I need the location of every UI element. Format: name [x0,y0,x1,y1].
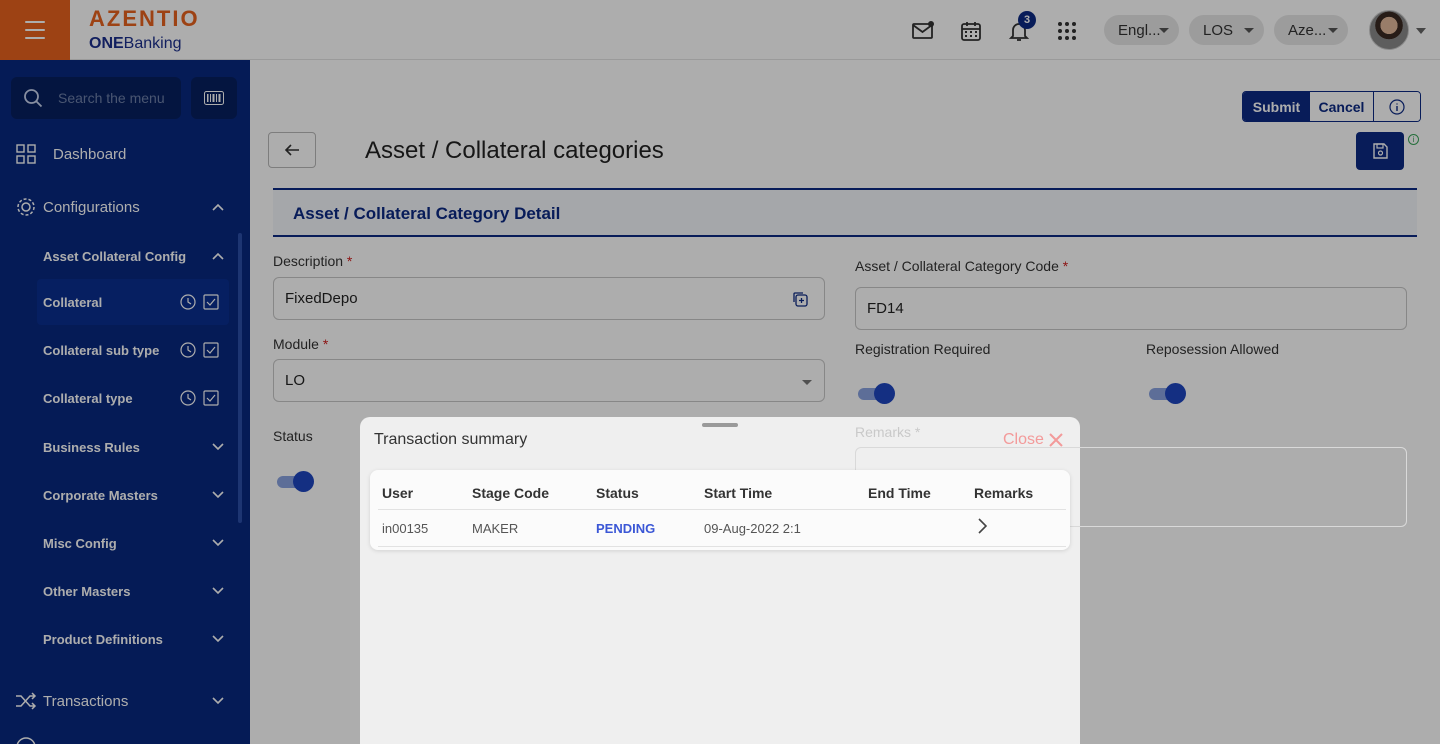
row-divider [378,546,1066,547]
column-header-status: Status [596,485,639,501]
column-header-start-time: Start Time [704,485,773,501]
drag-handle[interactable] [702,423,738,427]
column-header-user: User [382,485,414,501]
close-icon [1049,433,1063,447]
chevron-right-icon[interactable] [977,518,987,534]
transaction-table: User Stage Code Status Start Time End Ti… [370,470,1070,550]
status-badge: PENDING [596,521,656,536]
cell-user: in00135 [382,521,429,536]
remarks-label: Remarks * [855,424,921,440]
column-header-stage-code: Stage Code [472,485,550,501]
column-header-end-time: End Time [868,485,931,501]
header-divider [378,509,1066,510]
modal-title: Transaction summary [374,431,528,448]
cell-start-time: 09-Aug-2022 2:1 [704,521,801,536]
cell-stage-code: MAKER [472,521,519,536]
column-header-remarks: Remarks [974,485,1034,501]
